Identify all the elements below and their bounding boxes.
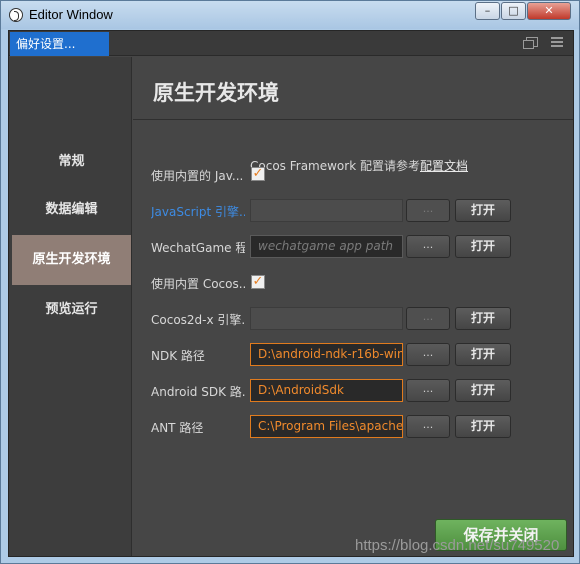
ant-path-input[interactable]: C:\Program Files\apache-a (250, 415, 403, 438)
minimize-button[interactable]: – (475, 2, 500, 20)
sidebar-item-data-editing[interactable]: 数据编辑 (12, 185, 131, 235)
sidebar: 常规 数据编辑 原生开发环境 预览运行 (9, 57, 132, 556)
float-window-icon[interactable] (523, 37, 538, 49)
sidebar-item-general[interactable]: 常规 (12, 137, 131, 187)
android-sdk-browse-button[interactable]: ... (406, 379, 450, 402)
preferences-panel: 偏好设置... 常规 数据编辑 原生开发环境 预览运行 原生开发环境 Cocos… (8, 30, 574, 557)
editor-window: Editor Window – □ ✕ 偏好设置... 常规 数据编辑 原生开发… (0, 0, 580, 564)
title-bar[interactable]: Editor Window – □ ✕ (1, 1, 579, 29)
tab-preferences[interactable]: 偏好设置... (10, 32, 109, 56)
page-title: 原生开发环境 (153, 81, 279, 105)
cocos2dx-engine-label: Cocos2d-x 引擎... (151, 313, 245, 327)
maximize-button[interactable]: □ (501, 2, 526, 20)
cocos2dx-open-button[interactable]: 打开 (455, 307, 511, 330)
ant-path-label: ANT 路径 (151, 421, 204, 435)
use-builtin-js-checkbox[interactable]: ✓ (251, 167, 265, 181)
framework-note-text: Cocos Framework 配置请参考 (250, 159, 420, 173)
use-builtin-js-label: 使用内置的 Jav... (151, 169, 244, 183)
ant-open-button[interactable]: 打开 (455, 415, 511, 438)
ndk-browse-button[interactable]: ... (406, 343, 450, 366)
android-sdk-open-button[interactable]: 打开 (455, 379, 511, 402)
js-engine-label: JavaScript 引擎... (151, 205, 245, 219)
cocos2dx-browse-button[interactable]: ... (406, 307, 450, 330)
android-sdk-label: Android SDK 路... (151, 385, 245, 399)
js-engine-open-button[interactable]: 打开 (455, 199, 511, 222)
use-builtin-cocos-checkbox[interactable]: ✓ (251, 275, 265, 289)
config-docs-link[interactable]: 配置文档 (420, 159, 468, 173)
wechatgame-browse-button[interactable]: ... (406, 235, 450, 258)
js-engine-browse-button[interactable]: ... (406, 199, 450, 222)
wechatgame-label: WechatGame 程... (151, 241, 245, 255)
ndk-path-label: NDK 路径 (151, 349, 205, 363)
divider (133, 119, 573, 120)
watermark: https://blog.csdn.net/su749520 (355, 537, 560, 554)
ndk-path-input[interactable]: D:\android-ndk-r16b-wind (250, 343, 403, 366)
use-builtin-cocos-label: 使用内置 Cocos... (151, 277, 245, 291)
settings-content: 原生开发环境 Cocos Framework 配置请参考配置文档 使用内置的 J… (133, 57, 573, 556)
js-engine-path-input[interactable] (250, 199, 403, 222)
ant-browse-button[interactable]: ... (406, 415, 450, 438)
framework-note: Cocos Framework 配置请参考配置文档 (250, 157, 468, 174)
wechatgame-open-button[interactable]: 打开 (455, 235, 511, 258)
menu-icon[interactable] (551, 37, 563, 47)
android-sdk-path-input[interactable]: D:\AndroidSdk (250, 379, 403, 402)
ndk-open-button[interactable]: 打开 (455, 343, 511, 366)
close-button[interactable]: ✕ (527, 2, 571, 20)
cocos2dx-engine-path-input[interactable] (250, 307, 403, 330)
tab-bar: 偏好设置... (9, 31, 573, 56)
sidebar-item-preview-run[interactable]: 预览运行 (12, 285, 131, 335)
window-title: Editor Window (29, 7, 113, 22)
cocos-app-icon (9, 8, 23, 22)
sidebar-item-native-env[interactable]: 原生开发环境 (12, 235, 131, 285)
wechatgame-path-input[interactable]: wechatgame app path (250, 235, 403, 258)
